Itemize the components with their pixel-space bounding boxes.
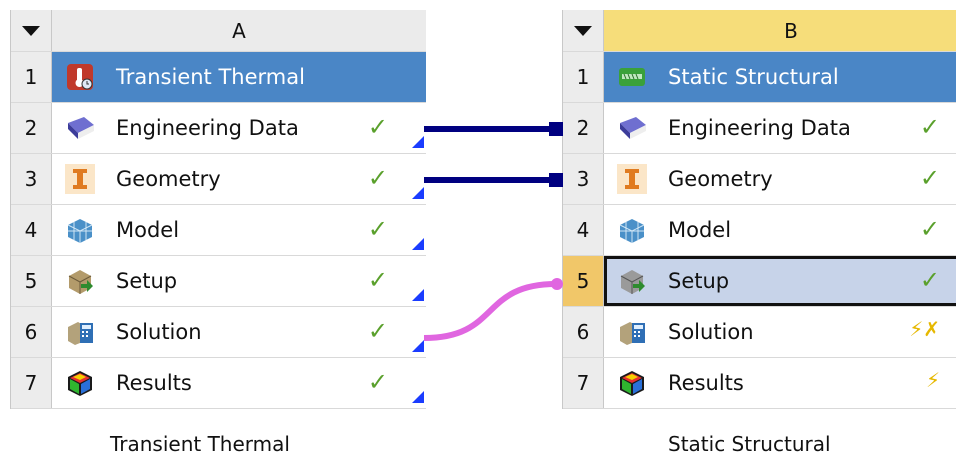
transfer-link-end[interactable] bbox=[551, 278, 563, 290]
engineering-data-link-end[interactable] bbox=[549, 122, 563, 136]
connection-links bbox=[423, 122, 563, 341]
geometry-link-end[interactable] bbox=[549, 173, 563, 187]
solution-to-setup-transfer-link[interactable] bbox=[423, 281, 557, 341]
